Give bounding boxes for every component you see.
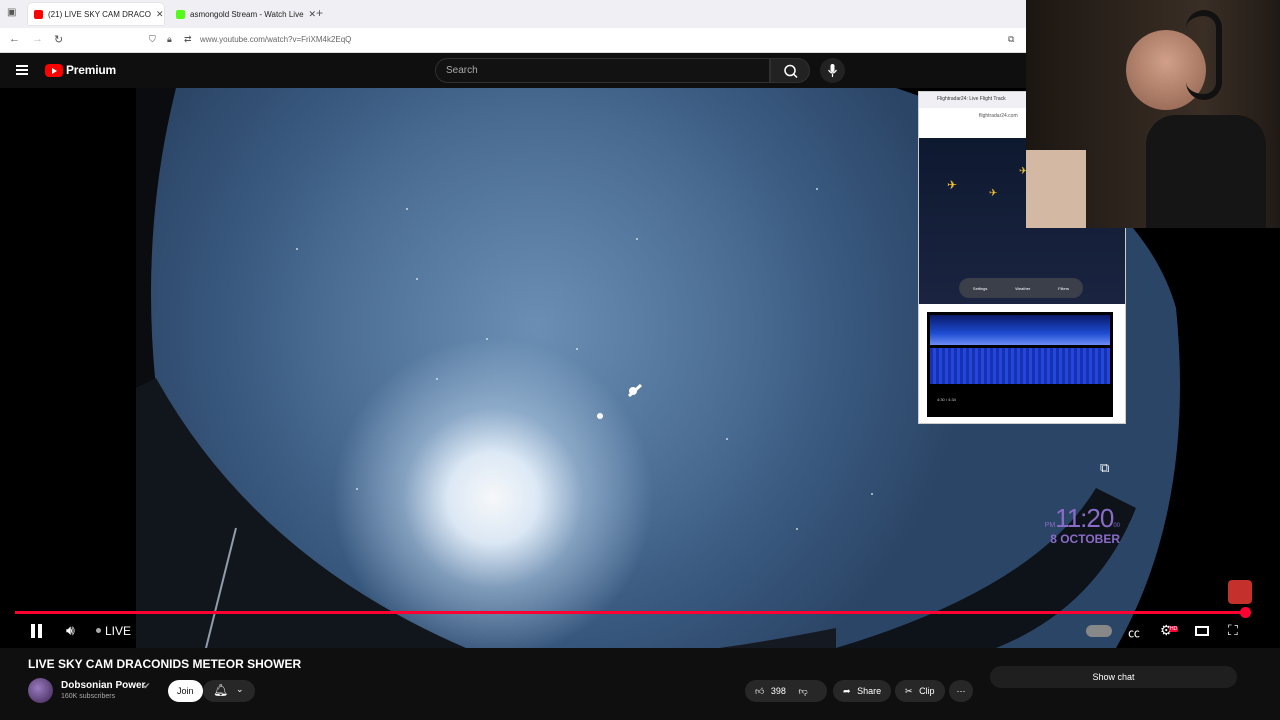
tab-label: (21) LIVE SKY CAM DRACO: [48, 9, 151, 19]
youtube-header: Premium: [0, 53, 1026, 88]
camera-clock: PM11:2000 8 OCTOBER: [1040, 504, 1120, 546]
clip-label: Clip: [919, 686, 935, 696]
popup-tab-title: Flightradar24: Live Flight Track: [937, 96, 1006, 102]
more-actions-button[interactable]: ⋯: [949, 680, 973, 702]
fullscreen-icon[interactable]: ⛶: [1228, 622, 1238, 639]
subscriber-count: 160K subscribers: [61, 693, 116, 700]
scissors-icon: ✂: [905, 686, 913, 696]
search-button[interactable]: [770, 58, 810, 83]
reload-icon[interactable]: ↻: [54, 33, 63, 46]
kick-favicon-icon: [176, 9, 185, 19]
share-button[interactable]: ➦ Share: [833, 680, 892, 702]
star: [816, 188, 818, 190]
show-chat-button[interactable]: Show chat: [990, 666, 1237, 688]
menu-icon[interactable]: [16, 65, 28, 75]
star: [871, 493, 873, 495]
filters-button[interactable]: Filters: [1058, 286, 1069, 291]
clock-date: 8 OCTOBER: [1050, 532, 1120, 546]
settings-button[interactable]: Settings: [973, 286, 987, 291]
share-label: Share: [857, 686, 882, 696]
new-tab-button[interactable]: +: [316, 6, 323, 20]
streamer-webcam: [1026, 0, 1280, 228]
thumbs-up-icon[interactable]: 👍︎: [755, 686, 764, 696]
tab-label: asmongold Stream - Watch Live: [190, 9, 304, 19]
subscribe-watermark-icon[interactable]: [1228, 580, 1252, 604]
star: [796, 528, 798, 530]
tab-livecam[interactable]: (21) LIVE SKY CAM DRACO ✕: [28, 3, 164, 25]
volume-icon[interactable]: 🔊︎: [66, 622, 75, 639]
waterfall-display: [930, 348, 1110, 384]
live-label[interactable]: LIVE: [105, 624, 131, 638]
progress-scrubber[interactable]: [1240, 607, 1251, 618]
youtube-logo-icon[interactable]: [45, 64, 63, 77]
picture-in-picture-icon[interactable]: ⧉: [1008, 34, 1014, 45]
clock-ampm: PM: [1044, 522, 1056, 529]
streamer-arm: [1026, 150, 1086, 228]
chevron-down-icon: ⌄: [236, 684, 244, 694]
browser-nav-bar: ← → ↻ ⛉ 🔒︎ ⇄ www.youtube.com/watch?v=Fri…: [0, 28, 1026, 53]
star: [296, 248, 298, 250]
autoplay-toggle[interactable]: [1086, 625, 1112, 637]
star: [416, 278, 418, 280]
clock-time: 11:20: [1055, 503, 1114, 533]
lock-icon[interactable]: 🔒︎: [167, 34, 172, 45]
star: [486, 338, 488, 340]
back-icon[interactable]: ←: [9, 33, 20, 45]
live-dot: [96, 628, 101, 633]
join-button[interactable]: Join: [168, 680, 203, 702]
star: [356, 488, 358, 490]
url-bar[interactable]: www.youtube.com/watch?v=FriXM4k2EqQ: [200, 35, 351, 44]
weather-button[interactable]: Weather: [1015, 286, 1030, 291]
hd-badge: HD: [1169, 626, 1179, 632]
shield-icon[interactable]: ⛉: [149, 34, 156, 45]
map-toolbar: Settings Weather Filters: [959, 278, 1083, 298]
popup-url: flightradar24.com: [979, 113, 1018, 119]
permissions-icon[interactable]: ⇄: [184, 34, 192, 45]
share-icon: ➦: [843, 686, 851, 696]
channel-avatar[interactable]: [28, 678, 53, 703]
search-icon: [784, 64, 798, 79]
streamer-shirt: [1146, 115, 1266, 228]
video-title: LIVE SKY CAM DRACONIDS METEOR SHOWER: [28, 657, 302, 671]
brand-label[interactable]: Premium: [66, 63, 116, 77]
pause-button[interactable]: [30, 624, 44, 638]
notifications-button[interactable]: 🔔︎ ⌄: [203, 680, 255, 702]
airplane-icon[interactable]: ✈: [989, 188, 997, 199]
theater-mode-icon[interactable]: [1195, 626, 1209, 636]
tab-asmongold[interactable]: asmongold Stream - Watch Live ✕: [170, 3, 316, 25]
youtube-favicon-icon: [34, 9, 43, 19]
search-box[interactable]: [435, 58, 770, 83]
clock-seconds: 00: [1113, 523, 1120, 529]
star: [436, 378, 438, 380]
progress-bar[interactable]: [15, 611, 1245, 614]
close-icon[interactable]: ✕: [309, 9, 317, 20]
clip-button[interactable]: ✂ Clip: [895, 680, 945, 702]
tab-list-icon[interactable]: ▣: [7, 7, 16, 18]
captions-icon[interactable]: ㏄: [1128, 624, 1140, 641]
spectrum-graph: [930, 315, 1110, 345]
like-count[interactable]: 398: [771, 686, 786, 696]
sdr-time: 4:30 / 4:34: [937, 397, 956, 402]
search-input[interactable]: [436, 59, 769, 82]
star: [726, 438, 728, 440]
forward-icon[interactable]: →: [32, 33, 43, 45]
voice-search-button[interactable]: [820, 58, 845, 83]
star: [576, 348, 578, 350]
more-icon: ⋯: [956, 686, 966, 696]
browser-tab-bar: ▣ (21) LIVE SKY CAM DRACO ✕ asmongold St…: [0, 0, 1026, 28]
headphones: [1186, 10, 1222, 100]
miniplayer-icon[interactable]: ⧉: [1100, 460, 1109, 476]
star: [406, 208, 408, 210]
close-icon[interactable]: ✕: [156, 9, 164, 20]
like-dislike-group: 👍︎ 398 👎︎: [745, 680, 827, 702]
star: [636, 238, 638, 240]
microphone-icon: [828, 64, 837, 77]
airplane-icon[interactable]: ✈: [947, 178, 957, 192]
sdr-spectrum-panel: 4:30 / 4:34: [927, 312, 1113, 417]
channel-name[interactable]: Dobsonian Power: [61, 680, 145, 691]
verified-icon: ✔: [143, 681, 151, 691]
thumbs-down-icon[interactable]: 👎︎: [798, 686, 807, 696]
bell-icon: 🔔︎: [213, 683, 229, 697]
